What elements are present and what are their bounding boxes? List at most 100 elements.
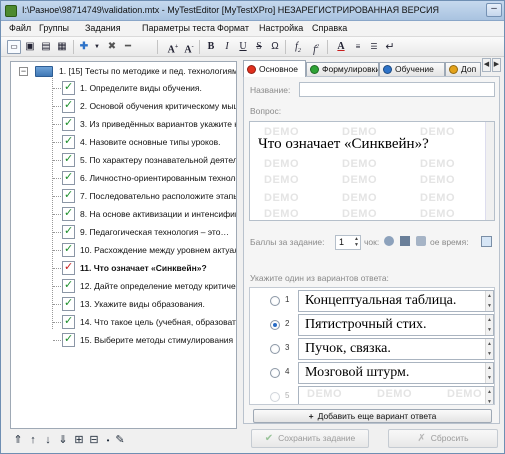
answer-radio[interactable] (270, 392, 280, 402)
tab-scroll-left[interactable]: ◀ (482, 58, 491, 72)
menu-groups[interactable]: Группы (39, 23, 69, 33)
subscript-button[interactable]: f2 (291, 40, 305, 54)
tree-item-label: 2. Основой обучения критическому мышлен (80, 101, 236, 111)
answer-text-field[interactable]: Пучок, связка. ▲ ▼ (298, 338, 494, 360)
menu-tasks[interactable]: Задания (85, 23, 121, 33)
template-icon[interactable]: ▦ (55, 40, 69, 54)
wrap-icon[interactable]: ↵ (383, 40, 397, 54)
move-up-icon[interactable]: ↑ (27, 434, 39, 447)
font-increase-icon[interactable]: A+ (166, 40, 180, 55)
score-spinner[interactable]: 1 ▲ ▼ (335, 235, 361, 250)
tab-formulations[interactable]: Формулировки (306, 62, 379, 76)
pen-icon[interactable]: ✎ (114, 434, 126, 447)
new-file-icon[interactable]: ▭ (7, 40, 21, 54)
tree-item-label: 15. Выберите методы стимулирования и мо (80, 335, 237, 345)
time-checkbox[interactable] (481, 236, 492, 247)
answer-radio[interactable] (270, 296, 280, 306)
move-top-icon[interactable]: ⇑ (12, 434, 24, 447)
answer-text-field[interactable]: Пятистрочный стих. ▲ ▼ (298, 314, 494, 336)
time-label-start: чок: (364, 237, 380, 247)
collapse-all-icon[interactable]: ⊟ (88, 434, 100, 447)
question-icon (62, 314, 75, 329)
reset-button[interactable]: ✗ Сбросить (388, 429, 498, 448)
move-down-icon[interactable]: ↓ (42, 434, 54, 447)
tree-item[interactable]: 14. Что такое цель (учебная, образовател… (11, 313, 236, 331)
menu-help[interactable]: Справка (312, 23, 347, 33)
tree-item[interactable]: 15. Выберите методы стимулирования и мо (11, 331, 237, 349)
answer-radio-checked[interactable] (270, 320, 280, 330)
tree-item[interactable]: 8. На основе активизации и интенсификаци (11, 205, 236, 223)
add-answer-button[interactable]: + Добавить еще вариант ответа (253, 409, 492, 423)
minimize-button[interactable]: – (486, 3, 502, 17)
answer-radio[interactable] (270, 344, 280, 354)
answer-radio[interactable] (270, 368, 280, 378)
tab-scroll-right[interactable]: ▶ (492, 58, 501, 72)
tree-item[interactable]: 3. Из приведённых вариантов укажите нет (11, 115, 236, 133)
tree-item[interactable]: 2. Основой обучения критическому мышлен (11, 97, 236, 115)
answer-scrollbar[interactable]: ▲ ▼ (485, 291, 493, 311)
toolbar-divider (157, 40, 158, 54)
tree-item[interactable]: 6. Личностно-ориентированным технологи (11, 169, 237, 187)
answer-option[interactable]: 3 Пучок, связка. ▲ ▼ (250, 337, 494, 361)
clock-icon[interactable] (384, 236, 394, 246)
menu-format[interactable]: Формат (217, 23, 249, 33)
underline-button[interactable]: U (236, 40, 250, 54)
answer-option[interactable]: 1 Концептуальная таблица. ▲ ▼ (250, 289, 494, 313)
spinner-arrows-icon[interactable]: ▲ ▼ (353, 236, 360, 249)
monitor-icon[interactable] (400, 236, 410, 246)
answer-option[interactable]: 4 Мозговой штурм. ▲ ▼ (250, 361, 494, 385)
tree-root-group[interactable]: − 1. [15] Тесты по методике и пед. техно… (11, 63, 236, 79)
answer-text-field[interactable]: DEMO DEMO DEMO ▲ ▼ (298, 386, 494, 404)
expand-all-icon[interactable]: ⊞ (73, 434, 85, 447)
tab-main[interactable]: Основное (243, 60, 306, 77)
save-icon[interactable]: ▣ (23, 40, 37, 54)
name-field[interactable] (299, 82, 495, 97)
bold-button[interactable]: B (204, 40, 218, 54)
menu-file[interactable]: Файл (9, 23, 31, 33)
tree-item[interactable]: 1. Определите виды обучения. (11, 79, 236, 97)
tree-item[interactable]: 10. Расхождение между уровнем актуально (11, 241, 236, 259)
move-bottom-icon[interactable]: ⇓ (57, 434, 69, 447)
question-icon (62, 170, 75, 185)
collapse-icon[interactable]: − (19, 67, 28, 76)
add-dropdown-icon[interactable]: ▼ (90, 40, 104, 54)
answer-scrollbar[interactable]: ▲ ▼ (485, 363, 493, 383)
question-icon (62, 80, 75, 95)
superscript-button[interactable]: f2 (309, 40, 323, 55)
tree-item[interactable]: 9. Педагогическая технология – это… (11, 223, 236, 241)
more-icon[interactable]: • (102, 434, 114, 447)
answer-text-field[interactable]: Мозговой штурм. ▲ ▼ (298, 362, 494, 384)
open-icon[interactable]: ▤ (39, 40, 53, 54)
font-color-button[interactable]: A (334, 40, 348, 54)
menu-settings[interactable]: Настройка (259, 23, 303, 33)
tab-training[interactable]: Обучение (379, 62, 445, 76)
answer-option[interactable]: 2 Пятистрочный стих. ▲ ▼ (250, 313, 494, 337)
question-editor-field[interactable]: DEMO DEMO DEMO DEMO DEMO DEMO DEMO DEMO … (249, 121, 495, 221)
tree-item[interactable]: 5. По характеру познавательной деятельн (11, 151, 236, 169)
save-task-button[interactable]: ✔ Сохранить задание (251, 429, 369, 448)
minus-icon[interactable]: ━ (121, 40, 135, 54)
align-icon[interactable]: ≡ (351, 40, 365, 54)
answer-scrollbar[interactable]: ▲ ▼ (485, 315, 493, 335)
answer-option-empty[interactable]: 5 DEMO DEMO DEMO ▲ ▼ (250, 385, 494, 404)
italic-button[interactable]: I (220, 40, 234, 54)
tab-extra[interactable]: Доп (445, 62, 481, 76)
add-icon[interactable]: ✚ (77, 40, 91, 54)
tree-item[interactable]: 13. Укажите виды образования. (11, 295, 236, 313)
tree-item-selected[interactable]: 11. Что означает «Синквейн»? (11, 259, 236, 277)
tree-item[interactable]: 4. Назовите основные типы уроков. (11, 133, 236, 151)
font-decrease-icon[interactable]: A- (182, 40, 196, 55)
timer-icon[interactable] (416, 236, 426, 246)
tree-item-label: 6. Личностно-ориентированным технологи (80, 173, 237, 183)
answer-scrollbar[interactable]: ▲ ▼ (485, 387, 493, 404)
omega-button[interactable]: Ω (268, 40, 282, 54)
answer-text-field[interactable]: Концептуальная таблица. ▲ ▼ (298, 290, 494, 312)
delete-icon[interactable]: ✖ (105, 40, 119, 54)
tree-item[interactable]: 12. Дайте определение методу критическо (11, 277, 236, 295)
tree-item[interactable]: 7. Последовательно расположите этапы ре (11, 187, 236, 205)
strikethrough-button[interactable]: S (252, 40, 266, 54)
question-scrollbar[interactable] (485, 122, 494, 220)
answer-scrollbar[interactable]: ▲ ▼ (485, 339, 493, 359)
menu-test-params[interactable]: Параметры теста (142, 23, 215, 33)
list-icon[interactable]: ☰ (367, 40, 381, 54)
